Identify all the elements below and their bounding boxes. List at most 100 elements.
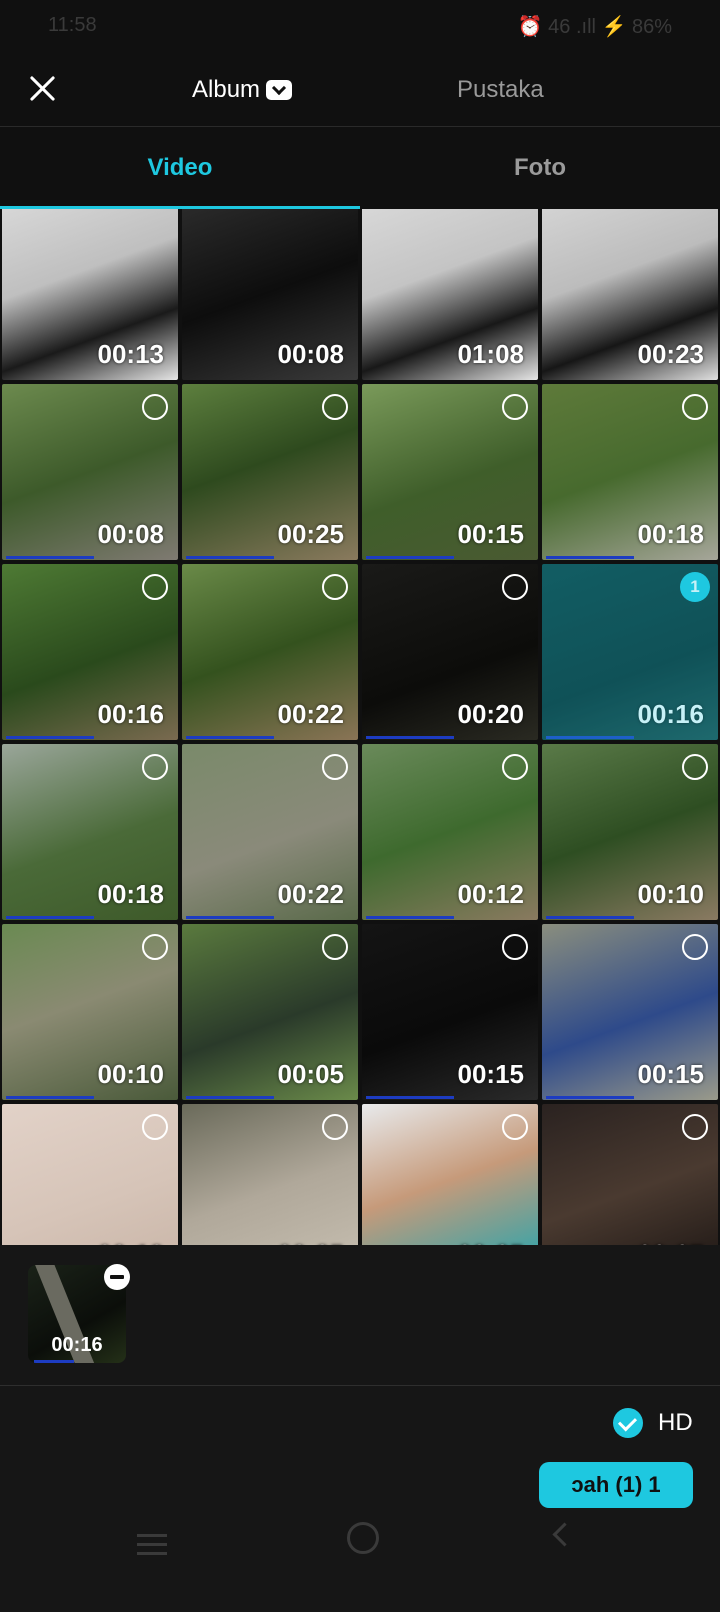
select-circle-icon[interactable]: [142, 574, 168, 600]
clip-progress-bar: [546, 916, 634, 919]
media-tile[interactable]: 00:18: [2, 744, 178, 920]
select-circle-icon[interactable]: [142, 394, 168, 420]
home-icon[interactable]: [347, 1522, 379, 1554]
add-button[interactable]: ɔah (1) 1: [539, 1462, 693, 1508]
media-tile[interactable]: 00:12: [362, 744, 538, 920]
clip-progress-bar: [546, 1096, 634, 1099]
media-tile[interactable]: 00:05: [182, 924, 358, 1100]
select-circle-icon[interactable]: [682, 1114, 708, 1140]
media-tile[interactable]: 00:08: [2, 384, 178, 560]
clip-progress-bar: [6, 736, 94, 739]
select-circle-icon[interactable]: [322, 1114, 348, 1140]
video-duration: 00:15: [457, 519, 525, 549]
media-tile[interactable]: 00:13: [2, 1104, 178, 1245]
select-circle-icon[interactable]: [322, 394, 348, 420]
select-circle-icon[interactable]: [502, 934, 528, 960]
select-circle-icon[interactable]: [682, 394, 708, 420]
clip-progress-bar: [6, 916, 94, 919]
clip-progress-bar: [366, 916, 454, 919]
clip-progress-bar: [186, 1096, 274, 1099]
video-duration: 00:08: [97, 519, 165, 549]
select-circle-icon[interactable]: [142, 934, 168, 960]
select-circle-icon[interactable]: [322, 934, 348, 960]
hd-label[interactable]: HD: [658, 1408, 693, 1438]
media-tile[interactable]: 00:25: [182, 1104, 358, 1245]
close-icon[interactable]: [22, 68, 62, 108]
hd-checkbox-icon[interactable]: [613, 1408, 643, 1438]
video-duration: 00:12: [457, 879, 525, 909]
clip-progress-bar: [546, 556, 634, 559]
clip-progress-bar: [6, 556, 94, 559]
status-indicators: ⏰ 46 .ıll ⚡ 86%: [517, 16, 672, 38]
clip-progress-bar: [186, 916, 274, 919]
chevron-down-icon: [266, 80, 293, 100]
tab-photo[interactable]: Foto: [360, 127, 720, 209]
clip-progress-bar: [366, 1096, 454, 1099]
select-circle-icon[interactable]: [502, 394, 528, 420]
media-tile[interactable]: 00:15: [362, 924, 538, 1100]
media-tile[interactable]: 1 00:16: [542, 564, 718, 740]
media-tile[interactable]: 00:08: [182, 209, 358, 380]
media-tile[interactable]: 00:18: [542, 384, 718, 560]
video-duration: 00:15: [457, 1059, 525, 1089]
select-circle-icon[interactable]: [502, 574, 528, 600]
selected-clip-duration: 00:16: [51, 1334, 103, 1356]
video-duration: 00:22: [277, 879, 345, 909]
select-circle-icon[interactable]: [682, 754, 708, 780]
media-tile[interactable]: 00:27: [542, 1104, 718, 1245]
selected-tray: 00:16: [0, 1245, 720, 1386]
clip-progress-bar: [366, 556, 454, 559]
select-circle-icon[interactable]: [142, 754, 168, 780]
media-tile[interactable]: 00:10: [542, 744, 718, 920]
tab-video[interactable]: Video: [0, 127, 360, 209]
media-tile[interactable]: 01:08: [362, 209, 538, 380]
video-duration: 00:15: [637, 1059, 705, 1089]
clip-progress-bar: [546, 736, 634, 739]
media-tile[interactable]: 00:22: [182, 744, 358, 920]
media-tile[interactable]: 00:25: [362, 1104, 538, 1245]
media-tile[interactable]: 00:15: [542, 924, 718, 1100]
video-duration: 00:18: [637, 519, 705, 549]
media-tile[interactable]: 00:15: [362, 384, 538, 560]
video-duration: 00:22: [277, 699, 345, 729]
select-circle-icon[interactable]: [142, 1114, 168, 1140]
select-circle-icon[interactable]: [322, 574, 348, 600]
footer: HD ɔah (1) 1: [0, 1386, 720, 1612]
clip-progress-bar: [6, 1096, 94, 1099]
clip-progress-bar: [366, 736, 454, 739]
video-duration: 00:10: [637, 879, 705, 909]
video-duration: 00:23: [637, 339, 705, 369]
media-tile[interactable]: 00:13: [2, 209, 178, 380]
video-duration: 00:16: [637, 699, 705, 729]
select-circle-icon[interactable]: [502, 1114, 528, 1140]
video-duration: 00:13: [97, 339, 165, 369]
system-nav-bar: [0, 1522, 720, 1612]
remove-clip-icon[interactable]: [104, 1264, 130, 1290]
video-duration: 00:16: [97, 699, 165, 729]
video-duration: 00:05: [277, 1059, 345, 1089]
select-circle-icon[interactable]: [682, 934, 708, 960]
video-duration: 00:08: [277, 339, 345, 369]
media-tile[interactable]: 00:25: [182, 384, 358, 560]
media-tile[interactable]: 00:16: [2, 564, 178, 740]
select-circle-icon[interactable]: [322, 754, 348, 780]
selected-index-badge[interactable]: 1: [680, 572, 710, 602]
select-circle-icon[interactable]: [502, 754, 528, 780]
album-selector[interactable]: Album: [192, 70, 293, 110]
status-time: 11:58: [48, 14, 97, 36]
media-grid: 00:13 00:08 01:08 00:23 00:08 00:25 00:15 00:18…: [2, 209, 718, 1245]
top-bar: Album Pustaka: [0, 56, 720, 127]
media-tile[interactable]: 00:10: [2, 924, 178, 1100]
media-tile[interactable]: 00:22: [182, 564, 358, 740]
media-tile[interactable]: 00:23: [542, 209, 718, 380]
video-duration: 00:18: [97, 879, 165, 909]
clip-progress-bar: [186, 556, 274, 559]
media-grid-scroll[interactable]: 00:13 00:08 01:08 00:23 00:08 00:25 00:15 00:18…: [0, 209, 720, 1245]
back-icon[interactable]: [552, 1522, 577, 1547]
recent-apps-icon[interactable]: [137, 1534, 167, 1556]
status-bar: 11:58 ⏰ 46 .ıll ⚡ 86%: [0, 0, 720, 56]
media-type-tabs: Video Foto: [0, 127, 720, 209]
media-tile[interactable]: 00:20: [362, 564, 538, 740]
library-tab[interactable]: Pustaka: [457, 70, 544, 110]
album-label: Album: [192, 76, 261, 103]
